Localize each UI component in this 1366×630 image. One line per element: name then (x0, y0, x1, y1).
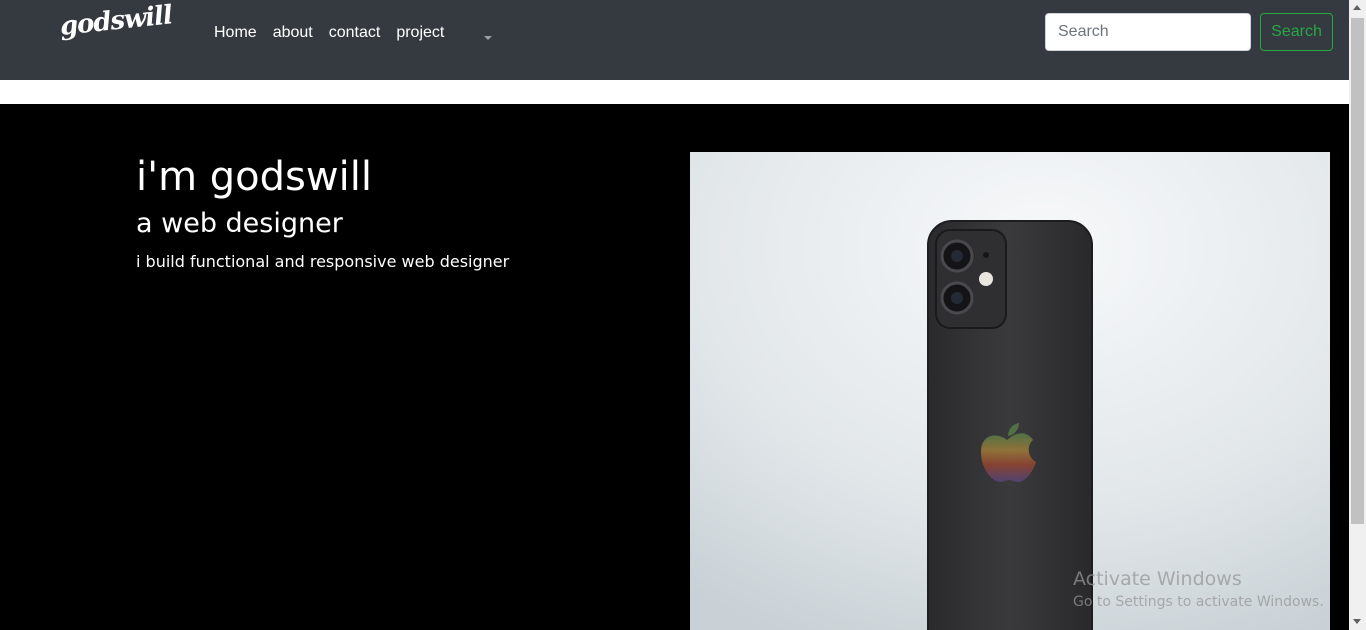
scroll-thumb[interactable] (1351, 18, 1364, 524)
vertical-scrollbar[interactable] (1349, 0, 1366, 630)
search-input[interactable] (1045, 13, 1251, 51)
hero-subtitle: a web designer (136, 208, 343, 239)
scroll-down-icon[interactable] (1353, 619, 1361, 624)
hero-image (690, 152, 1330, 630)
search-button[interactable]: Search (1260, 13, 1333, 51)
nav-links: Home about contact project (214, 22, 460, 44)
nav-link-contact[interactable]: contact (329, 22, 381, 44)
hero-section: i'm godswill a web designer i build func… (0, 104, 1349, 630)
windows-activation-watermark: Activate Windows Go to Settings to activ… (1073, 568, 1324, 610)
nav-link-home[interactable]: Home (214, 22, 257, 44)
brand-logo[interactable]: godswill (58, 0, 173, 42)
hero-title: i'm godswill (136, 154, 372, 200)
scroll-up-icon[interactable] (1353, 5, 1361, 10)
caret-down-icon[interactable] (484, 36, 492, 40)
navbar: godswill Home about contact project Sear… (0, 0, 1349, 80)
watermark-subtitle: Go to Settings to activate Windows. (1073, 594, 1324, 610)
nav-link-about[interactable]: about (273, 22, 313, 44)
hero-text: i build functional and responsive web de… (136, 252, 510, 271)
watermark-title: Activate Windows (1073, 568, 1242, 590)
nav-link-project[interactable]: project (396, 22, 444, 44)
